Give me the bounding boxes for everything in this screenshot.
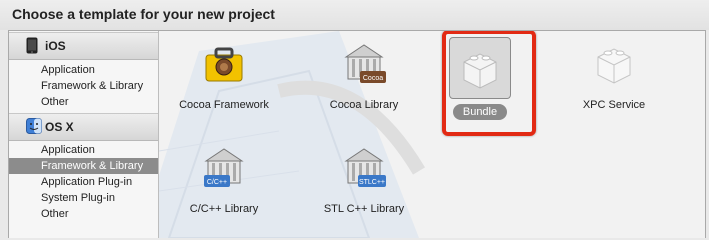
template-stl-cpp-library[interactable]: STLC++ STL C++ Library xyxy=(299,137,429,227)
sidebar-item-osx-application-plugin[interactable]: Application Plug-in xyxy=(9,174,158,190)
template-label: Cocoa Library xyxy=(329,99,399,111)
template-c-cpp-library[interactable]: C/C++ C/C++ Library xyxy=(159,137,289,227)
mac-finder-icon xyxy=(26,118,42,139)
section-header-osx[interactable]: OS X xyxy=(9,113,158,141)
template-label: Cocoa Framework xyxy=(179,99,269,111)
toolbox-icon xyxy=(202,41,246,85)
bundle-lego-icon xyxy=(458,46,502,95)
sidebar-item-osx-application[interactable]: Application xyxy=(9,142,158,158)
sidebar-item-osx-system-plugin[interactable]: System Plug-in xyxy=(9,190,158,206)
lego-brick-icon xyxy=(592,41,636,85)
template-label: XPC Service xyxy=(582,99,646,111)
sidebar-item-osx-other[interactable]: Other xyxy=(9,206,158,222)
sidebar-item-ios-framework-library[interactable]: Framework & Library xyxy=(9,78,158,94)
template-label: STL C++ Library xyxy=(323,203,405,215)
library-building-icon: STLC++ xyxy=(342,145,386,189)
sidebar-item-osx-framework-library[interactable]: Framework & Library xyxy=(9,158,158,174)
section-label-ios: iOS xyxy=(45,39,66,53)
library-building-icon: C/C++ xyxy=(202,145,246,189)
dialog-title: Choose a template for your new project xyxy=(12,6,275,22)
iphone-icon xyxy=(26,37,38,59)
section-label-osx: OS X xyxy=(45,120,74,134)
sidebar-item-ios-application[interactable]: Application xyxy=(9,62,158,78)
template-xpc-service[interactable]: XPC Service xyxy=(549,33,679,123)
template-grid: Cocoa Framework Cocoa Cocoa Library Bund… xyxy=(159,31,705,238)
template-chooser-panel: iOS Application Framework & Library Othe… xyxy=(8,30,706,238)
section-header-ios[interactable]: iOS xyxy=(9,32,158,60)
template-cocoa-library[interactable]: Cocoa Cocoa Library xyxy=(299,33,429,123)
dialog-header: Choose a template for your new project xyxy=(0,0,709,30)
platform-sidebar: iOS Application Framework & Library Othe… xyxy=(9,31,159,238)
badge-cocoa: Cocoa xyxy=(363,75,383,82)
template-label-selected: Bundle xyxy=(453,104,507,120)
library-building-icon: Cocoa xyxy=(342,41,386,85)
template-label: C/C++ Library xyxy=(189,203,259,215)
badge-c-cpp: C/C++ xyxy=(207,179,227,186)
template-cocoa-framework[interactable]: Cocoa Framework xyxy=(159,33,289,123)
sidebar-item-ios-other[interactable]: Other xyxy=(9,94,158,110)
template-bundle[interactable] xyxy=(449,37,511,99)
badge-stl-cpp: STLC++ xyxy=(359,179,385,186)
